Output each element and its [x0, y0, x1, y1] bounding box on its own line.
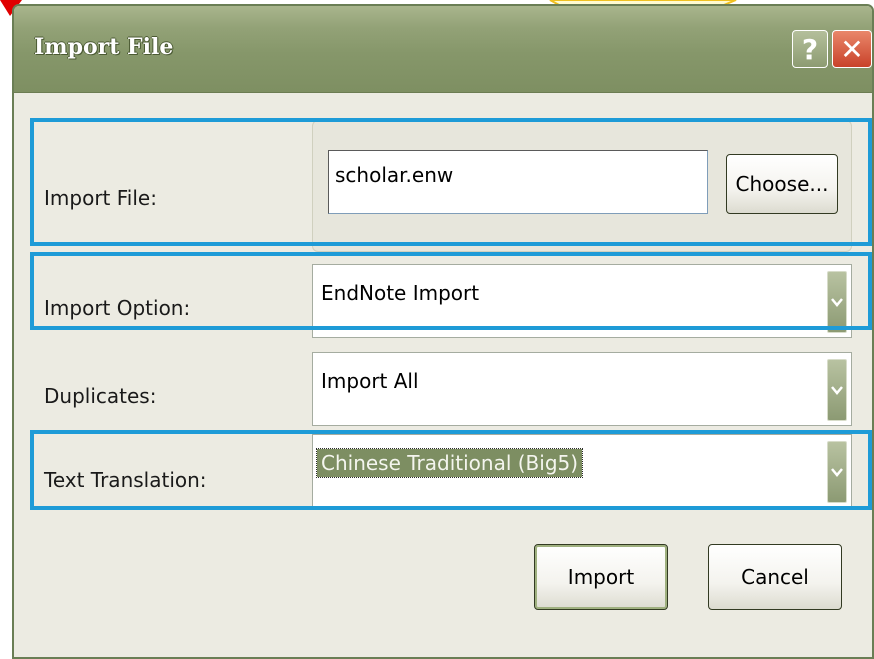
duplicates-select[interactable]: Import All — [312, 352, 852, 426]
close-icon: ✕ — [840, 32, 864, 66]
import-button-label: Import — [567, 565, 635, 589]
duplicates-value: Import All — [321, 369, 419, 393]
highlight-box-import-option — [30, 252, 872, 330]
dropdown-arrow-icon[interactable] — [827, 359, 847, 421]
help-icon: ? — [801, 32, 819, 66]
import-file-dialog: Import File ? ✕ Import File: scholar.enw… — [12, 4, 874, 659]
title-bar[interactable]: Import File ? ✕ — [14, 6, 872, 93]
import-button[interactable]: Import — [534, 544, 668, 610]
close-button[interactable]: ✕ — [832, 30, 872, 68]
cancel-button-label: Cancel — [741, 565, 809, 589]
dialog-title: Import File — [34, 34, 174, 60]
help-button[interactable]: ? — [792, 30, 828, 68]
highlight-box-import-file — [30, 118, 872, 246]
duplicates-label: Duplicates: — [44, 384, 157, 408]
cancel-button[interactable]: Cancel — [708, 544, 842, 610]
highlight-box-text-translation — [30, 430, 872, 510]
